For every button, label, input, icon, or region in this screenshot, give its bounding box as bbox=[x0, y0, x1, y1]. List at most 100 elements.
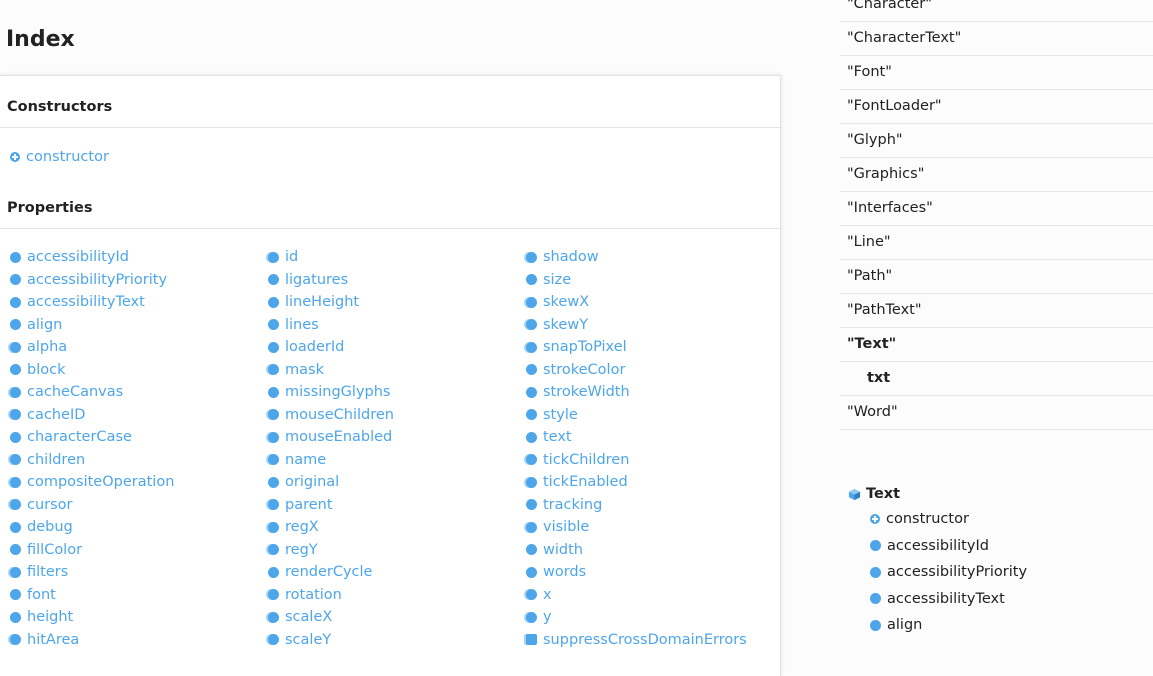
property-link[interactable]: height bbox=[10, 606, 260, 629]
inherited-property-icon bbox=[10, 454, 21, 466]
property-link[interactable]: lines bbox=[268, 314, 518, 337]
toc-item[interactable]: accessibilityText bbox=[840, 586, 1153, 613]
property-link[interactable]: hitArea bbox=[10, 629, 260, 652]
property-label: original bbox=[285, 474, 340, 491]
property-label: x bbox=[543, 586, 552, 603]
property-icon bbox=[10, 319, 21, 331]
property-link[interactable]: x bbox=[526, 584, 776, 607]
property-link[interactable]: align bbox=[10, 314, 260, 337]
toc-item[interactable]: constructor bbox=[840, 506, 1153, 533]
property-link[interactable]: snapToPixel bbox=[526, 336, 776, 359]
property-link[interactable]: scaleY bbox=[268, 629, 518, 652]
property-label: text bbox=[543, 429, 572, 446]
inherited-property-icon bbox=[268, 499, 279, 511]
property-link[interactable]: tracking bbox=[526, 494, 776, 517]
property-link[interactable]: id bbox=[268, 246, 518, 269]
inherited-property-icon bbox=[268, 364, 279, 376]
inherited-property-icon bbox=[10, 476, 21, 488]
nav-item[interactable]: "Line" bbox=[840, 226, 1153, 260]
nav-item[interactable]: txt bbox=[840, 362, 1153, 396]
constructor-link[interactable]: constructor bbox=[10, 147, 109, 167]
property-link[interactable]: shadow bbox=[526, 246, 776, 269]
property-link[interactable]: text bbox=[526, 426, 776, 449]
property-icon bbox=[268, 476, 279, 488]
properties-column-2: id ligatures lineHeight lines loaderId mask mi… bbox=[268, 246, 518, 651]
property-icon bbox=[526, 499, 537, 511]
toc-item[interactable]: accessibilityPriority bbox=[840, 559, 1153, 586]
property-link[interactable]: accessibilityText bbox=[10, 291, 260, 314]
property-link[interactable]: debug bbox=[10, 516, 260, 539]
property-link[interactable]: parent bbox=[268, 494, 518, 517]
property-link[interactable]: accessibilityId bbox=[10, 246, 260, 269]
nav-item[interactable]: "Path" bbox=[840, 260, 1153, 294]
property-link[interactable]: suppressCrossDomainErrors bbox=[526, 629, 776, 652]
nav-item[interactable]: "CharacterText" bbox=[840, 22, 1153, 56]
property-link[interactable]: font bbox=[10, 584, 260, 607]
class-toc-title[interactable]: Text bbox=[840, 482, 1153, 506]
toc-item[interactable]: accessibilityId bbox=[840, 533, 1153, 560]
property-link[interactable]: name bbox=[268, 449, 518, 472]
nav-item[interactable]: "Graphics" bbox=[840, 158, 1153, 192]
property-link[interactable]: fillColor bbox=[10, 539, 260, 562]
property-link[interactable]: style bbox=[526, 404, 776, 427]
property-link[interactable]: filters bbox=[10, 561, 260, 584]
property-link[interactable]: strokeColor bbox=[526, 359, 776, 382]
inherited-property-icon bbox=[526, 296, 537, 308]
property-link[interactable]: cacheID bbox=[10, 404, 260, 427]
property-link[interactable]: cacheCanvas bbox=[10, 381, 260, 404]
property-link[interactable]: y bbox=[526, 606, 776, 629]
nav-item[interactable]: "Character" bbox=[840, 0, 1153, 22]
property-link[interactable]: mouseChildren bbox=[268, 404, 518, 427]
property-label: ligatures bbox=[285, 271, 349, 288]
property-link[interactable]: rotation bbox=[268, 584, 518, 607]
property-link[interactable]: original bbox=[268, 471, 518, 494]
nav-item[interactable]: "Interfaces" bbox=[840, 192, 1153, 226]
property-link[interactable]: regX bbox=[268, 516, 518, 539]
nav-item[interactable]: "Glyph" bbox=[840, 124, 1153, 158]
nav-item[interactable]: "FontLoader" bbox=[840, 90, 1153, 124]
nav-item[interactable]: "Text" bbox=[840, 328, 1153, 362]
property-icon bbox=[10, 364, 21, 376]
property-link[interactable]: mask bbox=[268, 359, 518, 382]
property-link[interactable]: width bbox=[526, 539, 776, 562]
property-icon bbox=[526, 274, 537, 286]
property-link[interactable]: block bbox=[10, 359, 260, 382]
toc-item-label: accessibilityText bbox=[887, 590, 1005, 607]
property-link[interactable]: alpha bbox=[10, 336, 260, 359]
property-label: accessibilityId bbox=[27, 249, 129, 266]
property-link[interactable]: tickEnabled bbox=[526, 471, 776, 494]
property-icon bbox=[870, 566, 881, 578]
property-link[interactable]: regY bbox=[268, 539, 518, 562]
property-link[interactable]: children bbox=[10, 449, 260, 472]
property-link[interactable]: compositeOperation bbox=[10, 471, 260, 494]
property-link[interactable]: characterCase bbox=[10, 426, 260, 449]
property-link[interactable]: mouseEnabled bbox=[268, 426, 518, 449]
property-label: block bbox=[27, 361, 66, 378]
property-link[interactable]: accessibilityPriority bbox=[10, 269, 260, 292]
property-link[interactable]: renderCycle bbox=[268, 561, 518, 584]
property-link[interactable]: tickChildren bbox=[526, 449, 776, 472]
toc-item[interactable]: align bbox=[840, 612, 1153, 639]
property-link[interactable]: cursor bbox=[10, 494, 260, 517]
property-label: style bbox=[543, 406, 578, 423]
nav-item[interactable]: "PathText" bbox=[840, 294, 1153, 328]
property-link[interactable]: words bbox=[526, 561, 776, 584]
property-link[interactable]: skewX bbox=[526, 291, 776, 314]
nav-item[interactable]: "Font" bbox=[840, 56, 1153, 90]
property-link[interactable]: lineHeight bbox=[268, 291, 518, 314]
property-link[interactable]: size bbox=[526, 269, 776, 292]
property-label: font bbox=[27, 586, 56, 603]
property-link[interactable]: visible bbox=[526, 516, 776, 539]
property-icon bbox=[10, 431, 21, 443]
property-link[interactable]: skewY bbox=[526, 314, 776, 337]
property-link[interactable]: ligatures bbox=[268, 269, 518, 292]
property-link[interactable]: loaderId bbox=[268, 336, 518, 359]
property-link[interactable]: strokeWidth bbox=[526, 381, 776, 404]
nav-item[interactable]: "Word" bbox=[840, 396, 1153, 430]
property-link[interactable]: scaleX bbox=[268, 606, 518, 629]
properties-heading: Properties bbox=[7, 200, 93, 216]
page-title: Index bbox=[6, 27, 75, 52]
property-label: tickEnabled bbox=[543, 474, 628, 491]
inherited-property-icon bbox=[526, 251, 537, 263]
property-link[interactable]: missingGlyphs bbox=[268, 381, 518, 404]
